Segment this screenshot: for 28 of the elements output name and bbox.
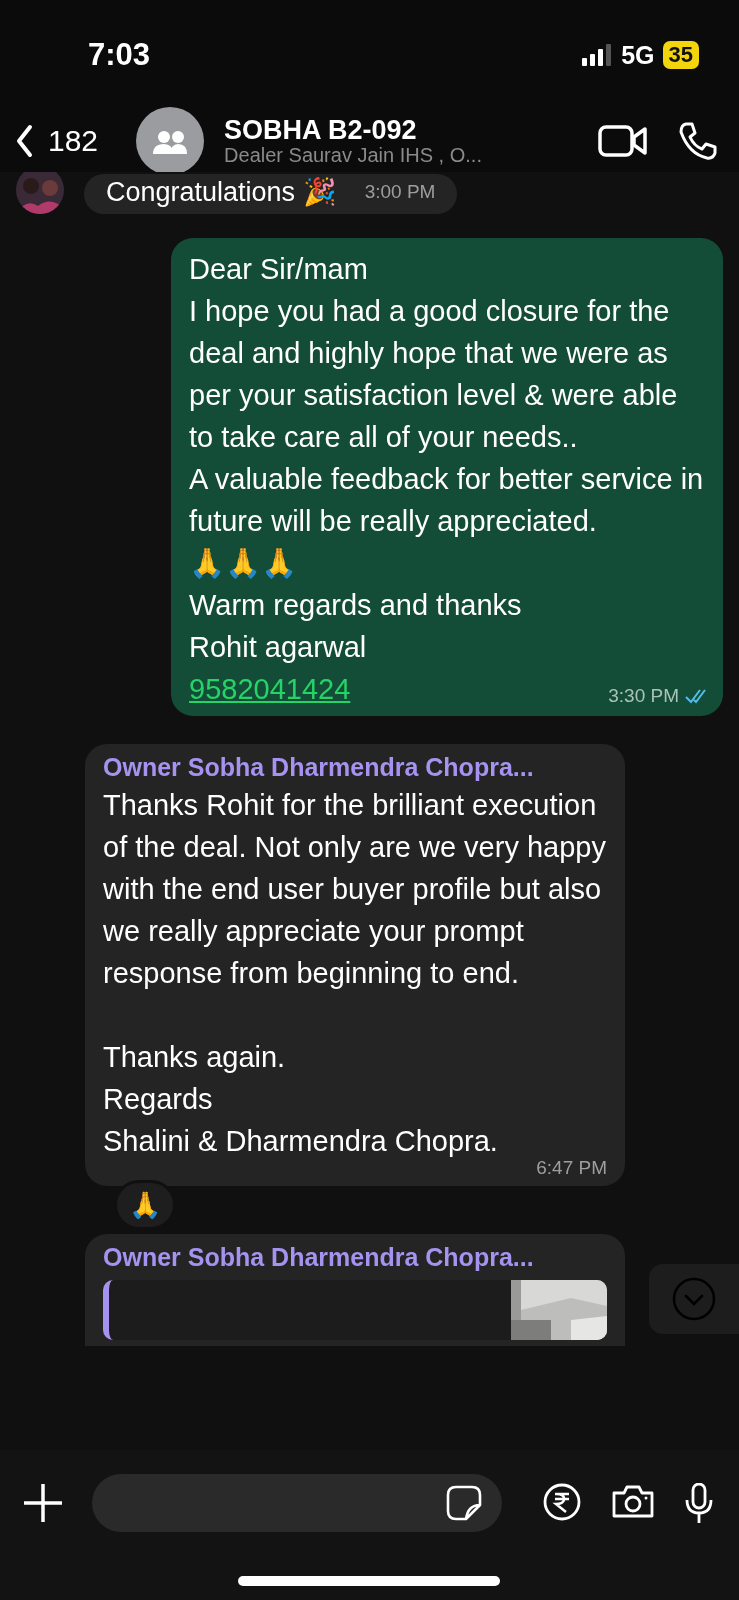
microphone-icon[interactable] — [685, 1483, 713, 1523]
people-icon — [153, 128, 188, 154]
chat-subtitle[interactable]: Dealer Saurav Jain IHS , O... — [224, 144, 568, 166]
message-time: 3:30 PM — [608, 684, 679, 708]
chevron-left-icon — [16, 124, 34, 158]
phone-link[interactable]: 9582041424 — [189, 673, 351, 705]
message-text: Thanks Rohit for the brilliant execution of the deal. Not only are we very happy with the end user buyer profile but also we really appreciate your prompt response from beginning to end. Thanks again. Regards Shalini & Dharmendra Chopra. — [103, 788, 607, 1159]
sticker-icon[interactable] — [446, 1485, 482, 1521]
quoted-message[interactable] — [103, 1280, 607, 1340]
message-time: 3:00 PM — [364, 180, 436, 204]
chat-title[interactable]: SOBHA B2-092 — [224, 116, 568, 144]
battery-icon: 35 — [662, 41, 699, 69]
sender-name[interactable]: Owner Sobha Dharmendra Chopra... — [103, 1240, 607, 1274]
phone-call-icon[interactable] — [677, 121, 719, 161]
camera-icon[interactable] — [611, 1483, 655, 1519]
video-call-icon[interactable] — [598, 123, 647, 159]
sender-name[interactable]: Owner Sobha Dharmendra Chopra... — [103, 750, 607, 784]
back-button[interactable]: 182 — [16, 124, 99, 158]
reaction-badge[interactable]: 🙏 — [114, 1180, 176, 1230]
message-text: Dear Sir/mam I hope you had a good closure for the deal and highly hope that we were as per your satisfaction level & were able to take care all of your needs.. A valuable feedback for better service in future will be really appreciated. 🙏🙏🙏 Warm regards and thanks Rohit agarwal — [189, 252, 705, 665]
signal-icon — [582, 44, 612, 66]
chevron-down-icon — [672, 1277, 716, 1321]
status-time: 7:03 — [88, 37, 152, 73]
plus-icon[interactable] — [24, 1484, 62, 1522]
rupee-icon[interactable] — [543, 1483, 581, 1521]
network-label: 5G — [621, 40, 655, 70]
message-time: 6:47 PM — [536, 1156, 607, 1180]
message-text: Congratulations 🎉 — [106, 176, 337, 209]
